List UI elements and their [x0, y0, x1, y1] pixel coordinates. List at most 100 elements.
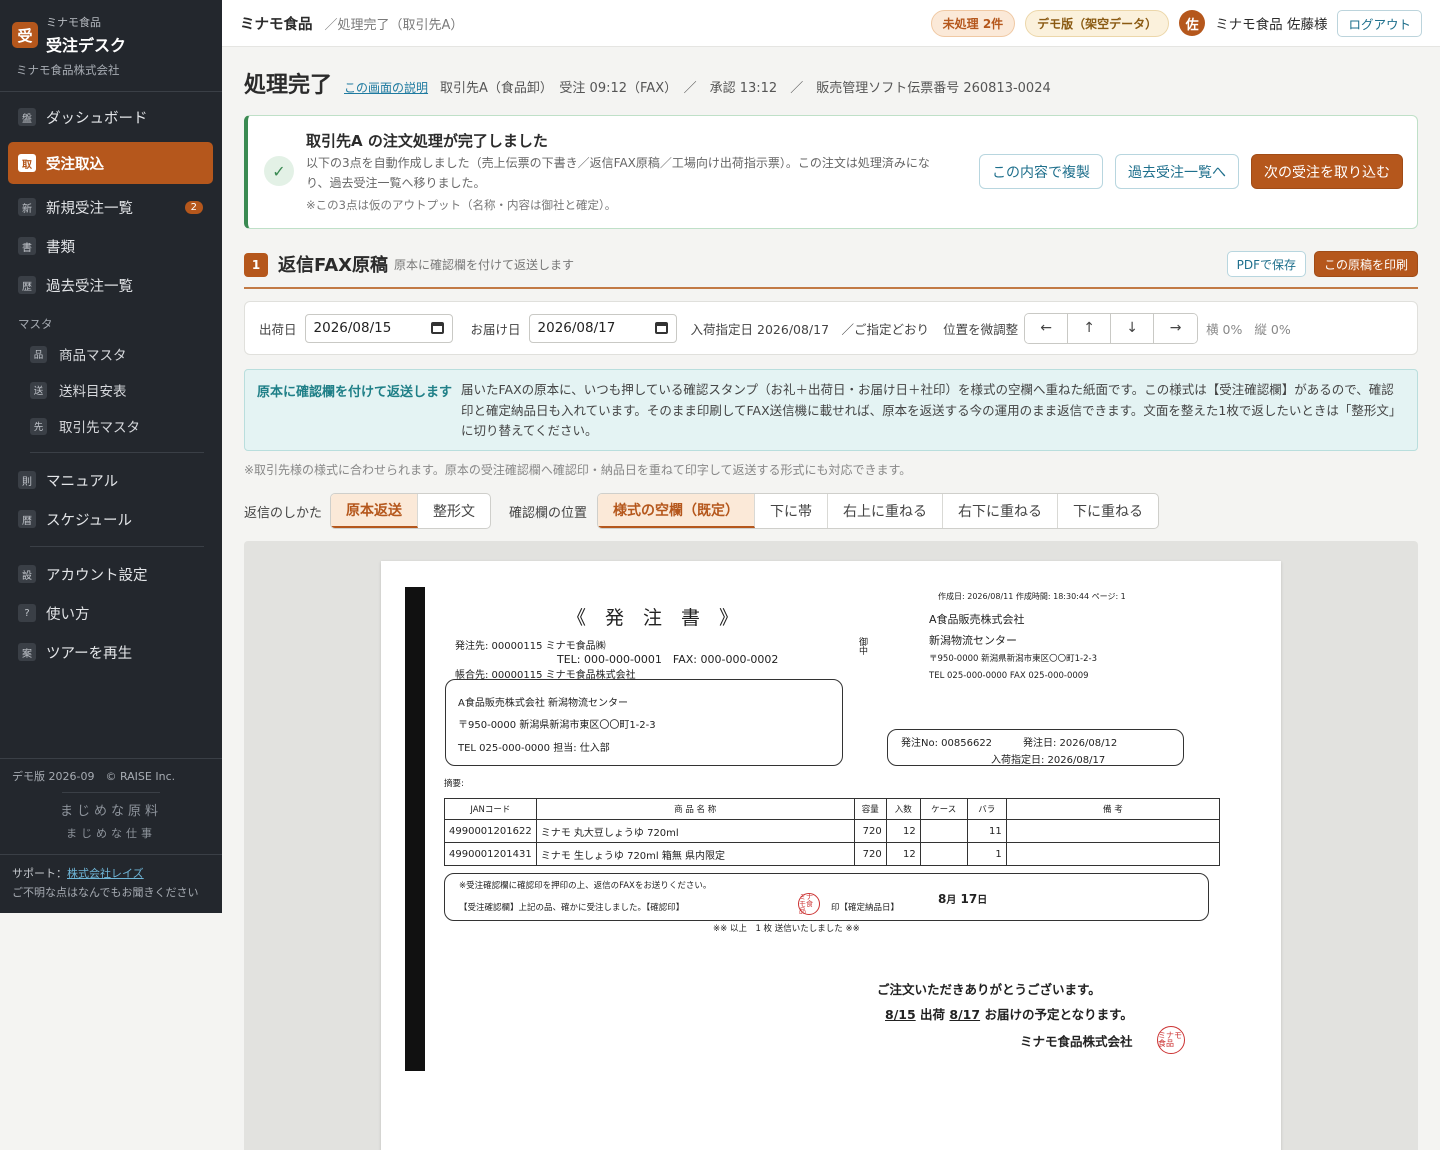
arrow-down-button[interactable]: ↓: [1111, 313, 1155, 343]
sidebar-item-client-master[interactable]: 先取引先マスタ: [30, 410, 210, 442]
adjust-arrows: ← ↑ ↓ →: [1024, 312, 1199, 344]
new-orders-badge: 2: [184, 200, 203, 214]
duplicate-button[interactable]: この内容で複製: [979, 154, 1103, 189]
save-pdf-button[interactable]: PDFで保存: [1226, 251, 1306, 277]
new-orders-icon: 新: [18, 198, 36, 216]
h-offset: 横 0%: [1206, 321, 1243, 337]
table-row: 4990001201431 ミナモ 生しょうゆ 720ml 箱無 県内限定 72…: [444, 842, 1221, 866]
sidebar-item-how-to[interactable]: ? 使い方: [8, 593, 213, 633]
sidebar: 受 ミナモ食品 受注デスク ミナモ食品株式会社 盤ダッシュボード 取受注取込 新…: [0, 0, 222, 913]
order-meta: 取引先A（食品卸） 受注 09:12（FAX） ／ 承認 13:12 ／ 販売管…: [440, 81, 1051, 96]
support-label: サポート：: [12, 867, 67, 880]
sidebar-item-label: 受注取込: [46, 156, 104, 173]
fax-box1-line3: TEL 025-000-0000 担当: 仕入部: [458, 743, 610, 754]
sidebar-divider: [0, 854, 222, 855]
info-label: 原本に確認欄を付けて返送します: [257, 385, 453, 400]
next-order-button[interactable]: 次の受注を取り込む: [1251, 154, 1403, 189]
reply-original-option[interactable]: 原本返送: [331, 494, 419, 528]
col-name: 商 品 名 称: [535, 798, 855, 820]
fax-day: 17: [960, 892, 978, 906]
master-section-label: マスタ: [18, 317, 53, 331]
position-form-blank-option[interactable]: 様式の空欄（既定）: [598, 494, 756, 528]
position-top-right-option[interactable]: 右上に重ねる: [828, 494, 944, 528]
fax-schedule-line: 8/15 出荷 8/17 お届けの予定となります。: [885, 1004, 1133, 1023]
client-icon: 先: [30, 417, 47, 435]
arrow-right-button[interactable]: →: [1154, 313, 1198, 343]
cell-qty: 12: [885, 819, 921, 843]
sidebar-item-replay-tour[interactable]: 案ツアーを再生: [8, 632, 213, 672]
fax-arrival-date: 入荷指定日: 2026/08/17: [991, 755, 1106, 766]
fax-confirm-date: 8月 17日: [938, 891, 987, 906]
sidebar-item-documents[interactable]: 書書類: [8, 226, 213, 266]
breadcrumb: ／処理完了（取引先A）: [324, 17, 464, 33]
sidebar-item-product-master[interactable]: 品商品マスタ: [30, 338, 210, 370]
success-alert: ✓ 取引先A の注文処理が完了しました 以下の3点を自動作成しました（売上伝票の…: [244, 115, 1418, 229]
sidebar-item-shipping-table[interactable]: 送送料目安表: [30, 374, 210, 406]
sidebar-item-label: 取引先マスタ: [59, 420, 140, 436]
col-case: ケース: [919, 798, 968, 820]
brand: 受 ミナモ食品 受注デスク: [12, 12, 126, 56]
help-link[interactable]: この画面の説明: [344, 79, 428, 96]
slogan-divider: [62, 792, 160, 793]
cell-bara: 11: [966, 819, 1007, 843]
delivery-date-label: お届け日: [470, 321, 521, 337]
slogan-line-2: まじめな仕事: [66, 827, 156, 840]
footnote: ※取引先様の様式に合わせられます。原本の受注確認欄へ確認印・納品日を重ねて印字し…: [244, 463, 912, 477]
shipping-icon: 送: [30, 381, 47, 399]
cell-jan: 4990001201622: [444, 819, 537, 843]
fax-items-table: JANコード 商 品 名 称 容量 入数 ケース バラ 備 考 49900012…: [444, 798, 1221, 866]
sidebar-item-past-orders[interactable]: 歴過去受注一覧: [8, 265, 213, 305]
position-bottom-right-option[interactable]: 右下に重ねる: [943, 494, 1059, 528]
calendar-icon[interactable]: [430, 322, 444, 334]
fax-sender-addr: 〒950-0000 新潟県新潟市東区〇〇町1-2-3: [929, 654, 1097, 664]
fax-preview: 作成日: 2026/08/11 作成時間: 18:30:44 ページ: 1 《 …: [244, 541, 1418, 1150]
cell-qty: 12: [885, 842, 921, 866]
position-bottom-overlay-option[interactable]: 下に重ねる: [1058, 494, 1158, 528]
adjust-label: 位置を微調整: [943, 321, 1019, 337]
logout-button[interactable]: ログアウト: [1337, 9, 1422, 37]
fax-order-date: 発注日: 2026/08/12: [1023, 738, 1118, 749]
sidebar-item-label: ツアーを再生: [46, 645, 133, 662]
sidebar-item-account-settings[interactable]: 設アカウント設定: [8, 554, 213, 594]
position-bottom-band-option[interactable]: 下に帯: [755, 494, 829, 528]
ship-date-input[interactable]: 2026/08/15: [304, 313, 453, 343]
history-icon: 歴: [18, 276, 36, 294]
table-row: 4990001201622 ミナモ 丸大豆しょうゆ 720ml 720 12 1…: [444, 819, 1221, 843]
app-title: 受注デスク: [46, 36, 127, 55]
pending-badge[interactable]: 未処理 2件: [930, 9, 1016, 37]
fax-title: 《 発 注 書 》: [567, 607, 739, 629]
sidebar-item-order-import[interactable]: 取受注取込: [8, 142, 213, 184]
reply-formatted-option[interactable]: 整形文: [418, 494, 490, 528]
sidebar-item-manual[interactable]: 則マニュアル: [8, 460, 213, 500]
sidebar-item-new-orders[interactable]: 新新規受注一覧 2: [8, 187, 213, 227]
arrow-up-button[interactable]: ↑: [1068, 313, 1112, 343]
support-link[interactable]: 株式会社レイズ: [67, 867, 144, 880]
company-seal-icon: ミナモ食品: [1157, 1026, 1185, 1054]
cell-note: [1005, 842, 1221, 866]
calendar-icon: 暦: [18, 510, 36, 528]
check-icon: ✓: [264, 156, 294, 186]
section-header: 1 返信FAX原稿 原本に確認欄を付けて返送します PDFで保存 この原稿を印刷: [244, 251, 1418, 289]
help-icon: ?: [18, 604, 36, 622]
past-orders-button[interactable]: 過去受注一覧へ: [1115, 154, 1239, 189]
delivery-date-value: 2026/08/17: [537, 320, 616, 336]
col-jan: JANコード: [444, 798, 537, 820]
delivery-date-input[interactable]: 2026/08/17: [528, 313, 677, 343]
dashboard-icon: 盤: [18, 108, 36, 126]
fax-seal-label: 印【確定納品日】: [831, 903, 900, 913]
brand-small: ミナモ食品: [46, 16, 101, 29]
fax-paper: 作成日: 2026/08/11 作成時間: 18:30:44 ページ: 1 《 …: [381, 561, 1281, 1150]
fax-thanks: ご注文いただきありがとうございます。: [877, 982, 1101, 997]
fax-sender-name: A食品販売株式会社: [929, 613, 1025, 626]
print-button[interactable]: この原稿を印刷: [1313, 251, 1418, 277]
sidebar-divider: [30, 452, 204, 453]
arrival-date-text: 入荷指定日 2026/08/17 ／ご指定どおり: [690, 321, 930, 337]
settings-icon: 設: [18, 565, 36, 583]
sidebar-item-dashboard[interactable]: 盤ダッシュボード: [8, 97, 213, 137]
calendar-icon[interactable]: [654, 322, 668, 334]
slogan-line-1: まじめな原料: [59, 804, 162, 819]
sidebar-item-label: 書類: [46, 239, 75, 256]
cell-jan: 4990001201431: [444, 842, 537, 866]
sidebar-item-schedule[interactable]: 暦スケジュール: [8, 499, 213, 539]
arrow-left-button[interactable]: ←: [1025, 313, 1069, 343]
